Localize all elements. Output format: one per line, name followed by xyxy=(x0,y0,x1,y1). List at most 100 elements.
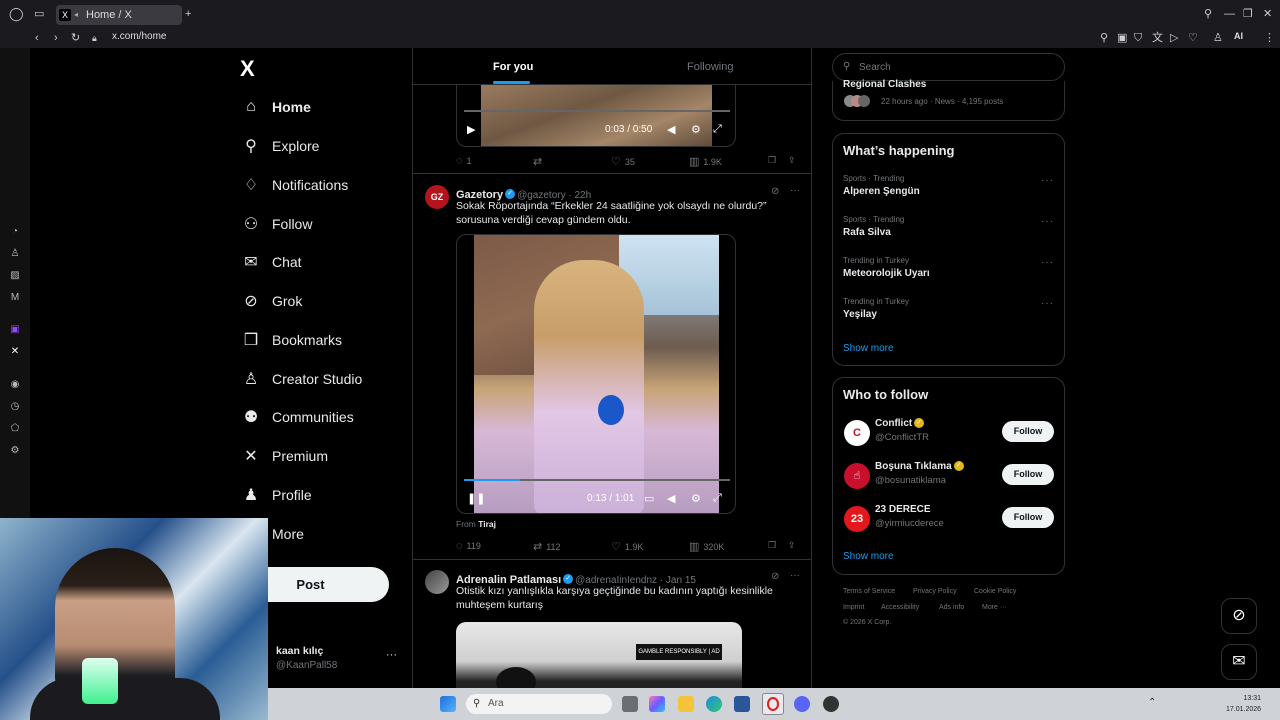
snapshot-icon[interactable]: ▣ xyxy=(1117,31,1127,45)
steam-icon[interactable] xyxy=(823,696,839,712)
reload-icon[interactable]: ↻ xyxy=(71,31,80,45)
back-icon[interactable]: ‹ xyxy=(35,31,39,45)
search-input[interactable]: ⚲ Search xyxy=(832,53,1065,81)
x-logo[interactable]: X xyxy=(240,56,255,82)
fullscreen-icon[interactable]: ⤢ xyxy=(713,492,722,505)
video-settings-icon[interactable]: ⚙ xyxy=(691,123,701,136)
post-video[interactable]: ❚❚ 0:13 / 1:01 ▭ ◀ ⚙ ⤢ xyxy=(456,234,736,514)
twitch-icon[interactable]: ▣ xyxy=(9,324,21,336)
trend-title[interactable]: Rafa Silva xyxy=(843,227,891,238)
post-video[interactable]: GAMBLE RESPONSIBLY | AD xyxy=(456,622,742,688)
avatar[interactable]: GZ xyxy=(425,185,449,209)
nav-item-follow[interactable]: ⚇ Follow xyxy=(242,211,313,237)
history-icon[interactable]: ◷ xyxy=(9,401,21,413)
volume-icon[interactable]: ◀ xyxy=(667,492,675,505)
repost-button[interactable]: ⇄ xyxy=(533,155,546,168)
nav-item-notifications[interactable]: ♢ Notifications xyxy=(242,172,348,198)
pause-icon[interactable]: ❚❚ xyxy=(467,492,485,505)
follow-button[interactable]: Follow xyxy=(1002,421,1054,442)
avatar[interactable]: C xyxy=(844,420,870,446)
grok-icon[interactable]: ⊘ xyxy=(771,571,779,582)
windows-start-icon[interactable] xyxy=(440,696,456,712)
opera-taskbar-icon[interactable] xyxy=(762,693,784,715)
nav-item-home[interactable]: ⌂ Home xyxy=(242,94,311,120)
extensions-icon[interactable]: ⬠ xyxy=(9,423,21,435)
show-more-link[interactable]: Show more xyxy=(843,343,894,354)
close-window-icon[interactable]: ✕ xyxy=(1263,7,1272,21)
views-button[interactable]: ▥ 320K xyxy=(689,540,724,553)
trend-more-icon[interactable]: ··· xyxy=(1041,298,1054,309)
share-icon[interactable]: ⇪ xyxy=(788,540,796,551)
captions-icon[interactable]: ▭ xyxy=(644,492,654,505)
messenger-icon[interactable]: M xyxy=(9,292,21,304)
trend-title[interactable]: Yeşilay xyxy=(843,309,877,320)
video-progress-track[interactable] xyxy=(464,479,730,481)
account-icon[interactable]: ♙ xyxy=(1213,31,1223,45)
like-button[interactable]: ♡ 1.9K xyxy=(611,540,643,553)
file-explorer-icon[interactable] xyxy=(678,696,694,712)
maximize-icon[interactable]: ❐ xyxy=(1243,7,1253,21)
footer-link[interactable]: More ··· xyxy=(982,604,1007,611)
bookmark-icon[interactable]: ❒ xyxy=(768,540,776,551)
opera-logo-icon[interactable]: ◯ xyxy=(9,7,24,21)
like-button[interactable]: ♡ 35 xyxy=(611,155,635,168)
volume-icon[interactable]: ◀ xyxy=(667,123,675,136)
tab-following[interactable]: Following xyxy=(687,61,733,73)
nav-item-chat[interactable]: ✉ Chat xyxy=(242,249,301,275)
edge-icon[interactable] xyxy=(706,696,722,712)
avatar[interactable]: ☝ xyxy=(844,463,870,489)
task-view-icon[interactable] xyxy=(622,696,638,712)
account-more-icon[interactable]: ··· xyxy=(386,649,397,661)
trend-more-icon[interactable]: ··· xyxy=(1041,175,1054,186)
stash-icon[interactable]: ▨ xyxy=(9,270,21,282)
trend-more-icon[interactable]: ··· xyxy=(1041,257,1054,268)
video-settings-icon[interactable]: ⚙ xyxy=(691,492,701,505)
nav-item-premium[interactable]: ✕ Premium xyxy=(242,443,328,469)
discord-icon[interactable] xyxy=(794,696,810,712)
copilot-icon[interactable] xyxy=(649,696,665,712)
minimize-icon[interactable]: — xyxy=(1224,7,1235,21)
news-card[interactable]: Regional Clashes 22 hours ago · News · 4… xyxy=(832,79,1065,121)
speed-dial-icon[interactable]: ◔ xyxy=(9,226,21,238)
repost-button[interactable]: ⇄ 112 xyxy=(533,540,561,553)
grok-icon[interactable]: ⊘ xyxy=(771,186,779,197)
settings-icon[interactable]: ⚙ xyxy=(9,445,21,457)
bookmark-icon[interactable]: ❒ xyxy=(768,155,776,166)
browser-search-icon[interactable]: ⚲ xyxy=(1204,7,1212,21)
footer-link[interactable]: Privacy Policy xyxy=(913,588,957,595)
reply-button[interactable]: ◌ 1 xyxy=(456,155,472,167)
player-icon[interactable]: ◉ xyxy=(9,379,21,391)
play-icon[interactable]: ▷ xyxy=(1170,31,1178,45)
footer-link[interactable]: Cookie Policy xyxy=(974,588,1016,595)
from-source[interactable]: From Tiraj xyxy=(456,519,496,529)
shield-icon[interactable]: ⛉ xyxy=(1134,31,1142,45)
play-icon[interactable]: ▶ xyxy=(467,123,475,136)
show-more-link[interactable]: Show more xyxy=(843,551,894,562)
suggested-account[interactable]: Conflict ✓ xyxy=(875,418,926,429)
trend-title[interactable]: Alperen Şengün xyxy=(843,186,920,197)
tray-chevron-icon[interactable]: ⌃ xyxy=(1148,697,1156,708)
workspaces-icon[interactable]: ▭ xyxy=(34,7,44,21)
tab-for-you[interactable]: For you xyxy=(493,61,533,73)
translate-icon[interactable]: 文 xyxy=(1152,31,1163,45)
nav-item-creator-studio[interactable]: ♙ Creator Studio xyxy=(242,366,362,392)
ai-button[interactable]: AI xyxy=(1234,31,1243,41)
nav-item-bookmarks[interactable]: ❒ Bookmarks xyxy=(242,327,342,353)
url-text[interactable]: x.com/home xyxy=(112,31,166,42)
menu-icon[interactable]: ⋮ xyxy=(1264,31,1275,45)
reply-button[interactable]: ◌ 119 xyxy=(456,540,481,552)
share-icon[interactable]: ⇪ xyxy=(788,155,796,166)
nav-item-explore[interactable]: ⚲ Explore xyxy=(242,133,319,159)
footer-link[interactable]: Accessibility xyxy=(881,604,919,611)
footer-link[interactable]: Ads info xyxy=(939,604,964,611)
suggested-account[interactable]: Boşuna Tıklama ✓ xyxy=(875,461,966,472)
footer-link[interactable]: Terms of Service xyxy=(843,588,895,595)
taskbar-clock[interactable]: 13:31 17.01.2026 xyxy=(1226,693,1261,715)
browser-tab[interactable]: X ◂ Home / X xyxy=(56,5,182,25)
forward-icon[interactable]: › xyxy=(54,31,58,45)
heart-icon[interactable]: ♡ xyxy=(1188,31,1198,45)
follow-button[interactable]: Follow xyxy=(1002,464,1054,485)
post-more-icon[interactable]: ··· xyxy=(790,185,800,196)
trend-more-icon[interactable]: ··· xyxy=(1041,216,1054,227)
avatar[interactable] xyxy=(425,570,449,594)
